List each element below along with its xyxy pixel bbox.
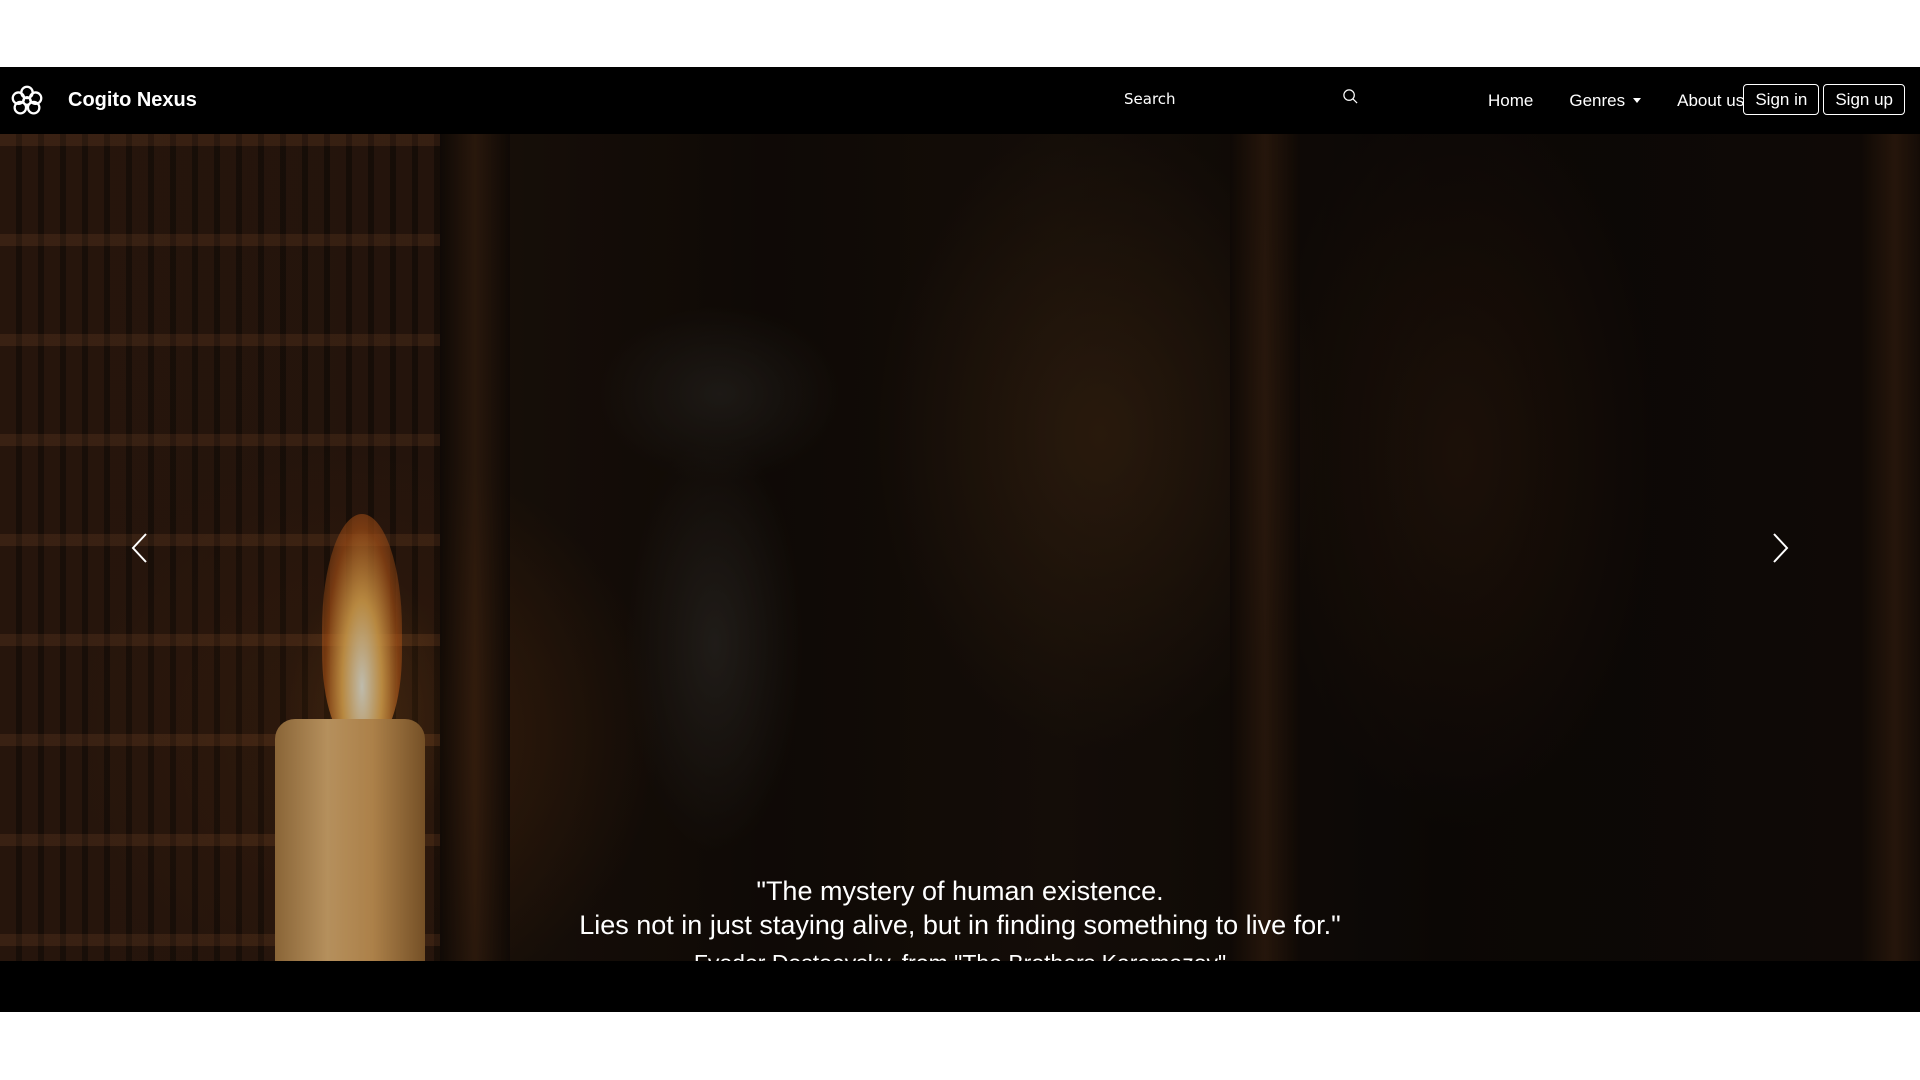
carousel-next-button[interactable] — [1640, 134, 1920, 961]
carousel-prev-button[interactable] — [0, 134, 280, 961]
nav-genres-label: Genres — [1569, 90, 1626, 110]
nav-home-label: Home — [1488, 90, 1534, 110]
auth-buttons: Sign in Sign up — [1743, 84, 1905, 115]
nav-genres-dropdown[interactable]: Genres — [1551, 91, 1659, 111]
sign-in-button[interactable]: Sign in — [1743, 84, 1820, 115]
brand[interactable]: Cogito Nexus — [8, 82, 197, 120]
search-button[interactable] — [1335, 81, 1365, 111]
nav-about-label: About us — [1677, 90, 1745, 110]
nav-links: Home Genres About us — [1470, 67, 1762, 134]
knot-logo-icon — [11, 85, 43, 114]
chevron-left-icon — [131, 532, 147, 563]
nav-home[interactable]: Home — [1470, 91, 1551, 111]
quote-line-2: Lies not in just staying alive, but in f… — [579, 910, 1341, 940]
quote-attribution: Fyodor Dostoevsky, from "The Brothers Ka… — [0, 947, 1920, 961]
slide-overlay — [0, 134, 1920, 961]
search-input[interactable] — [1110, 84, 1335, 114]
slide-caption: "The mystery of human existence. Lies no… — [0, 874, 1920, 961]
chevron-right-icon — [1773, 532, 1789, 563]
page: Cogito Nexus Home Genres About us — [0, 67, 1920, 1012]
hero-carousel: "The mystery of human existence. Lies no… — [0, 134, 1920, 961]
caret-down-icon — [1633, 98, 1642, 103]
navbar: Cogito Nexus Home Genres About us — [0, 67, 1920, 134]
search-form — [1110, 81, 1365, 117]
search-icon — [1342, 88, 1358, 104]
quote-line-1: "The mystery of human existence. — [756, 876, 1164, 906]
brand-name: Cogito Nexus — [68, 89, 197, 111]
sign-up-button[interactable]: Sign up — [1823, 84, 1905, 115]
